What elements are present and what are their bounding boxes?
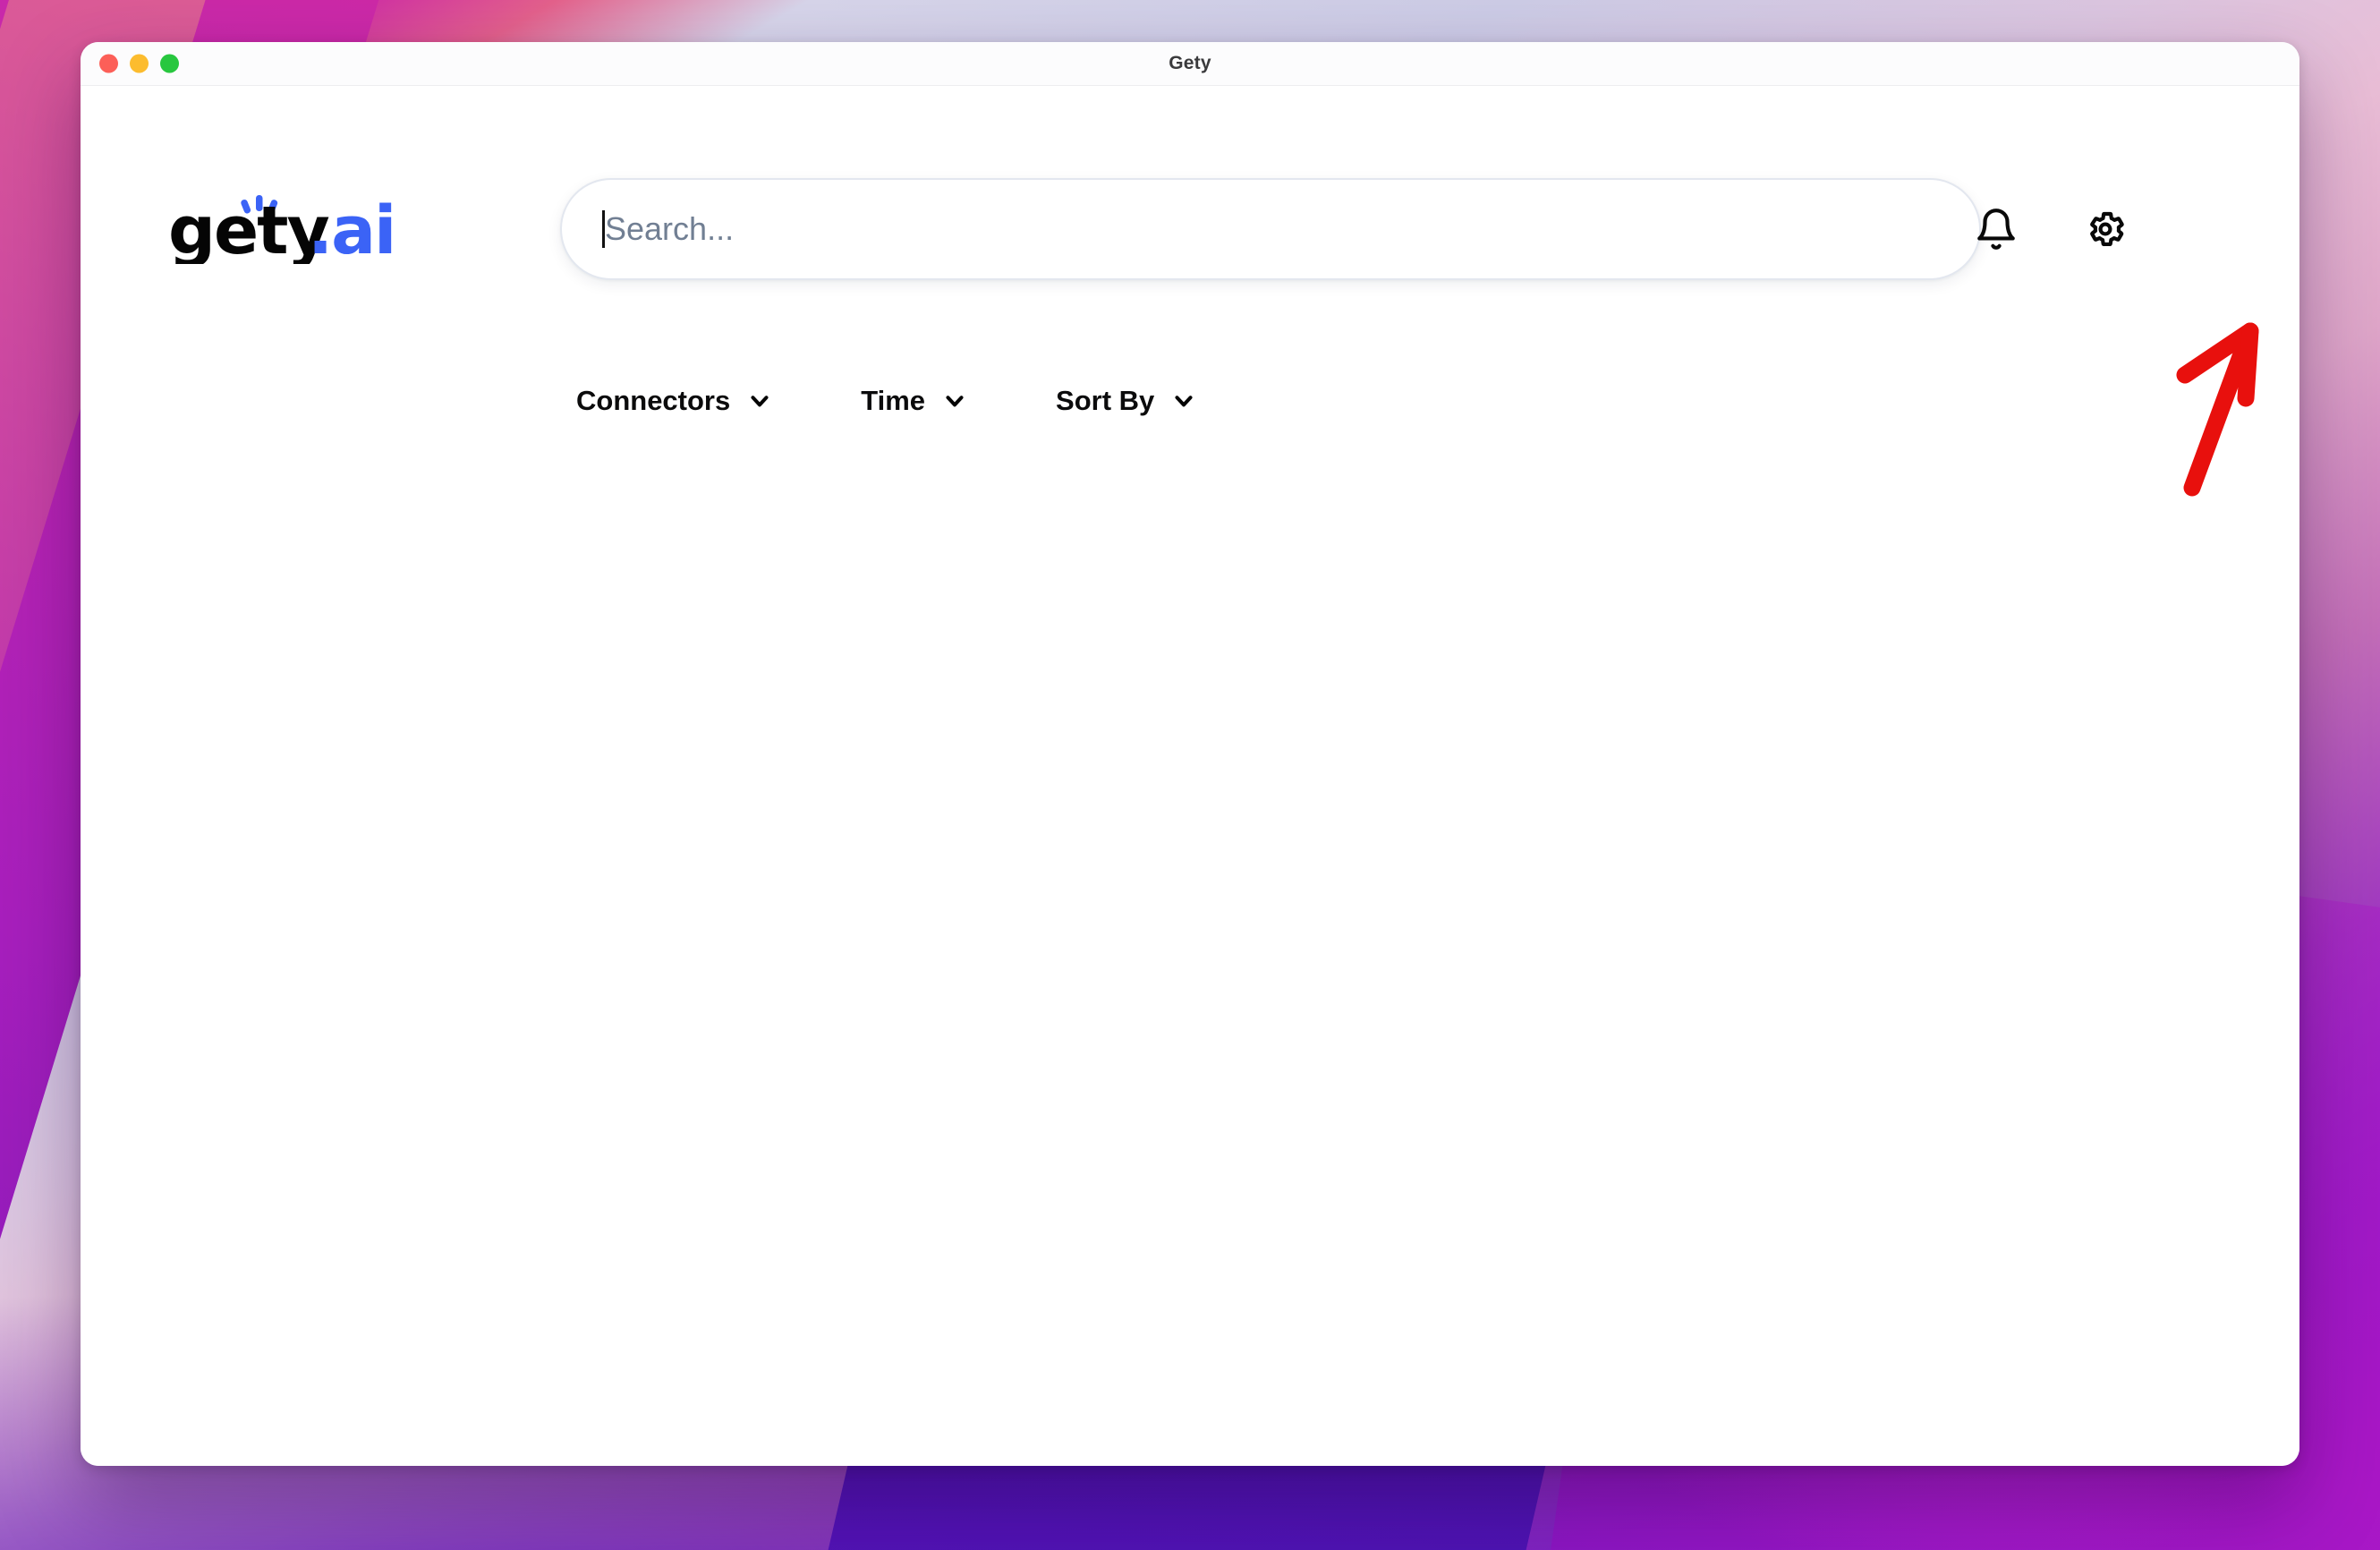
desktop-wallpaper: Gety gety .ai Search... Connectors Time …: [0, 0, 2380, 1550]
bell-icon: [1977, 209, 2015, 250]
window-titlebar: Gety: [81, 42, 2299, 86]
chevron-down-icon: [946, 396, 964, 407]
app-window: Gety gety .ai Search... Connectors Time …: [81, 42, 2299, 1466]
header-actions: [1972, 205, 2129, 253]
svg-text:.ai: .ai: [308, 194, 395, 264]
chevron-down-icon: [751, 396, 769, 407]
chevron-down-icon: [1175, 396, 1193, 407]
filter-row: Connectors Time Sort By: [560, 378, 1213, 424]
window-title: Gety: [1169, 53, 1211, 73]
filter-connectors-dropdown[interactable]: Connectors: [560, 378, 789, 424]
gear-icon: [2090, 211, 2124, 247]
search-bar[interactable]: [560, 178, 1981, 280]
filter-time-dropdown[interactable]: Time: [845, 378, 984, 424]
filter-sort-by-label: Sort By: [1056, 385, 1155, 416]
notifications-bell-icon[interactable]: [1972, 205, 2020, 253]
filter-sort-by-dropdown[interactable]: Sort By: [1040, 378, 1213, 424]
text-caret: [602, 210, 605, 248]
app-header: gety .ai: [81, 86, 2299, 280]
filter-time-label: Time: [861, 385, 926, 416]
search-results-area: [81, 436, 2299, 1466]
search-input[interactable]: [560, 178, 1981, 280]
gety-ai-logo[interactable]: gety .ai: [168, 194, 396, 264]
logo-wordmark-icon: gety .ai: [168, 194, 396, 264]
svg-text:gety: gety: [168, 194, 329, 264]
settings-gear-icon[interactable]: [2081, 205, 2129, 253]
filter-connectors-label: Connectors: [576, 385, 731, 416]
